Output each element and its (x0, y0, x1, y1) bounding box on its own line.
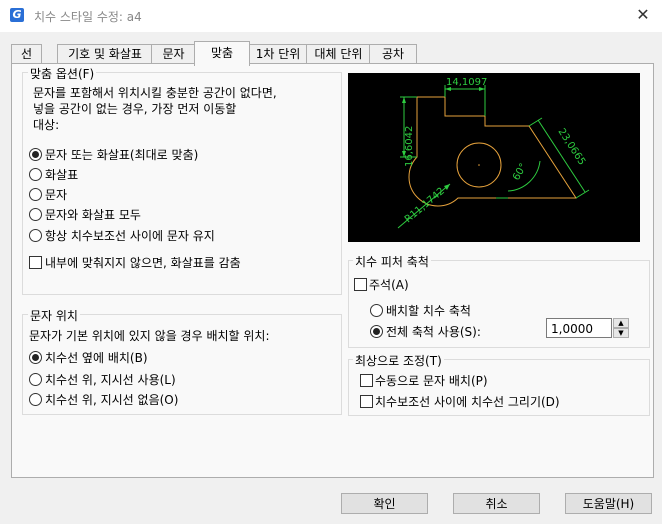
suppress-arrows-checkbox[interactable] (29, 256, 42, 269)
dim-text-angled: 23,0665 (555, 127, 587, 168)
radio-always-keep-text-between[interactable] (29, 229, 42, 242)
radio-scale-to-layout[interactable] (370, 304, 383, 317)
radio-label: 문자 또는 화살표(최대로 맞춤) (45, 148, 199, 162)
manual-placement-checkbox[interactable] (360, 374, 373, 387)
fit-description-line: 넣을 공간이 없는 경우, 가장 먼저 이동할 (33, 102, 237, 116)
radio-label: 치수선 위, 지시선 없음(O) (45, 393, 179, 407)
window-title: 치수 스타일 수정: a4 (34, 10, 142, 24)
radio-label: 치수선 옆에 배치(B) (45, 351, 148, 365)
radio-arrows[interactable] (29, 168, 42, 181)
fit-options-legend: 맞춤 옵션(F) (28, 65, 97, 82)
tab-tolerances[interactable]: 공차 (369, 44, 417, 64)
radio-beside-dimline[interactable] (29, 351, 42, 364)
radio-text-or-arrows[interactable] (29, 148, 42, 161)
cancel-button[interactable]: 취소 (453, 493, 540, 514)
overall-scale-input[interactable]: 1,0000 (546, 318, 612, 338)
app-logo-icon: G (10, 8, 24, 22)
radio-both-text-and-arrows[interactable] (29, 208, 42, 221)
tab-alternate-units[interactable]: 대체 단위 (306, 44, 371, 64)
close-icon[interactable]: ✕ (632, 4, 654, 26)
arrowhead (402, 97, 406, 103)
tab-text[interactable]: 문자 (151, 44, 196, 64)
radio-label: 배치할 치수 축척 (386, 304, 471, 318)
radio-label: 문자와 화살표 모두 (45, 208, 141, 222)
fit-description-line: 문자를 포함해서 위치시킬 충분한 공간이 없다면, (33, 86, 277, 100)
arrowhead (444, 184, 450, 190)
draw-dimline-checkbox[interactable] (360, 395, 373, 408)
checkbox-label: 내부에 맞춰지지 않으면, 화살표를 감춤 (45, 256, 241, 270)
spin-up-icon[interactable]: ▲ (613, 318, 629, 328)
fit-description-line: 대상: (33, 118, 60, 132)
checkbox-label: 수동으로 문자 배치(P) (375, 374, 488, 388)
dim-text-left: 16,6042 (404, 126, 415, 167)
radio-label: 전체 축척 사용(S): (386, 325, 481, 339)
annotative-checkbox[interactable] (354, 278, 367, 291)
checkbox-label: 치수보조선 사이에 치수선 그리기(D) (375, 395, 560, 409)
ok-button[interactable]: 확인 (341, 493, 428, 514)
hole-center (478, 164, 480, 166)
dimension-preview: 14,1097 16,6042 23,0665 60° R11,1742 (348, 73, 640, 242)
radio-label: 항상 치수보조선 사이에 문자 유지 (45, 229, 215, 243)
fine-tuning-legend: 최상으로 조정(T) (353, 352, 444, 369)
tab-lines[interactable]: 선 (11, 44, 42, 64)
tab-symbols-arrows[interactable]: 기호 및 화살표 (57, 44, 153, 64)
tab-primary-units[interactable]: 1차 단위 (248, 44, 308, 64)
tab-fit[interactable]: 맞춤 (194, 41, 250, 66)
radio-label: 문자 (45, 188, 68, 202)
dim-text-angle: 60° (511, 162, 529, 183)
scale-legend: 치수 피처 축척 (353, 253, 431, 270)
text-placement-description: 문자가 기본 위치에 있지 않을 경우 배치할 위치: (29, 329, 270, 343)
dim-text-top: 14,1097 (446, 77, 487, 88)
text-placement-legend: 문자 위치 (28, 307, 80, 324)
radio-over-dimline-with-leader[interactable] (29, 373, 42, 386)
radio-over-dimline-no-leader[interactable] (29, 393, 42, 406)
radio-text[interactable] (29, 188, 42, 201)
help-button[interactable]: 도움말(H) (565, 493, 652, 514)
extension-line (528, 117, 543, 127)
radio-use-overall-scale[interactable] (370, 325, 383, 338)
preview-drawing: 14,1097 16,6042 23,0665 60° R11,1742 (397, 77, 590, 229)
checkbox-label: 주석(A) (369, 278, 409, 292)
radio-label: 화살표 (45, 168, 79, 182)
radio-label: 치수선 위, 지시선 사용(L) (45, 373, 176, 387)
spin-down-icon[interactable]: ▼ (613, 328, 629, 338)
extension-line (575, 189, 590, 199)
